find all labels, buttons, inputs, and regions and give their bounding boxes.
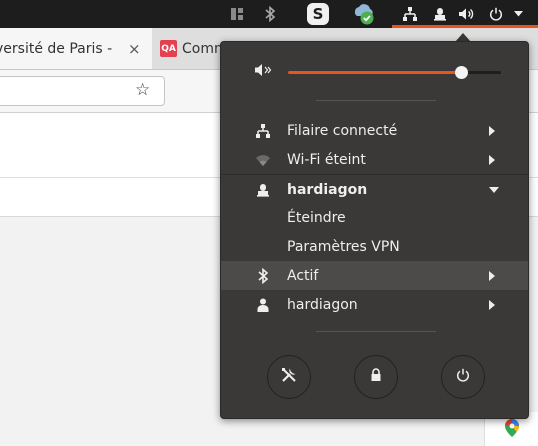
menu-item-label: Filaire connecté [287,122,398,139]
tab-title: versité de Paris - [0,40,113,57]
menu-item-wifi[interactable]: Wi-Fi éteint [221,145,528,174]
bookmark-star-icon[interactable]: ☆ [135,80,150,100]
top-panel: S [0,0,538,28]
vpn-icon[interactable] [431,0,449,28]
menu-item-label: hardiagon [287,181,368,198]
network-wired-icon [254,122,272,140]
tab-qa[interactable]: QA Comm [160,28,228,69]
skype-icon[interactable]: S [305,0,331,28]
tab-universite[interactable]: versité de Paris - × [0,28,152,69]
menu-item-label: Paramètres VPN [287,238,400,255]
menu-item-turn-off[interactable]: Éteindre [221,203,528,232]
volume-muted-icon [254,62,272,82]
submenu-arrow-icon [489,270,495,281]
vpn-icon [254,181,272,199]
wifi-icon [254,151,272,169]
menu-item-user[interactable]: hardiagon [221,290,528,319]
volume-row [221,56,528,86]
menu-item-label: Éteindre [287,209,346,226]
menu-item-label: Actif [287,267,319,284]
close-icon[interactable]: × [128,40,141,58]
menu-item-label: hardiagon [287,296,358,313]
submenu-arrow-icon [489,125,495,136]
separator [316,100,436,101]
power-icon [456,368,470,386]
address-bar[interactable]: ☆ [0,76,165,106]
user-icon [254,296,272,314]
menu-item-label: Wi-Fi éteint [287,151,366,168]
menu-item-wired[interactable]: Filaire connecté [221,116,528,145]
dropdown-arrow-icon[interactable] [511,0,525,28]
skype-letter: S [307,3,329,25]
volume-icon[interactable] [457,0,477,28]
window-icon[interactable] [228,0,246,28]
separator [316,331,436,332]
volume-slider[interactable] [288,66,501,79]
maps-pin-icon[interactable] [504,418,520,438]
submenu-arrow-icon [489,154,495,165]
lock-button[interactable] [354,355,398,399]
system-menu: Filaire connecté Wi-Fi éteint hardiagon … [220,41,529,419]
menu-item-bluetooth[interactable]: Actif [221,261,528,290]
submenu-arrow-icon [489,299,495,310]
qa-favicon-icon: QA [160,40,177,57]
expand-arrow-icon [489,186,499,193]
power-off-button[interactable] [441,355,485,399]
settings-icon [281,367,297,387]
network-wired-icon[interactable] [400,0,420,28]
settings-button[interactable] [267,355,311,399]
volume-slider-knob[interactable] [454,66,468,79]
menu-item-vpn[interactable]: hardiagon [221,174,528,204]
cloud-sync-icon[interactable] [350,0,378,28]
menu-item-vpn-settings[interactable]: Paramètres VPN [221,232,528,261]
lock-icon [370,368,382,386]
power-icon[interactable] [487,0,505,28]
volume-slider-fill [288,71,461,74]
bluetooth-icon[interactable] [260,0,280,28]
bluetooth-icon [254,267,272,285]
